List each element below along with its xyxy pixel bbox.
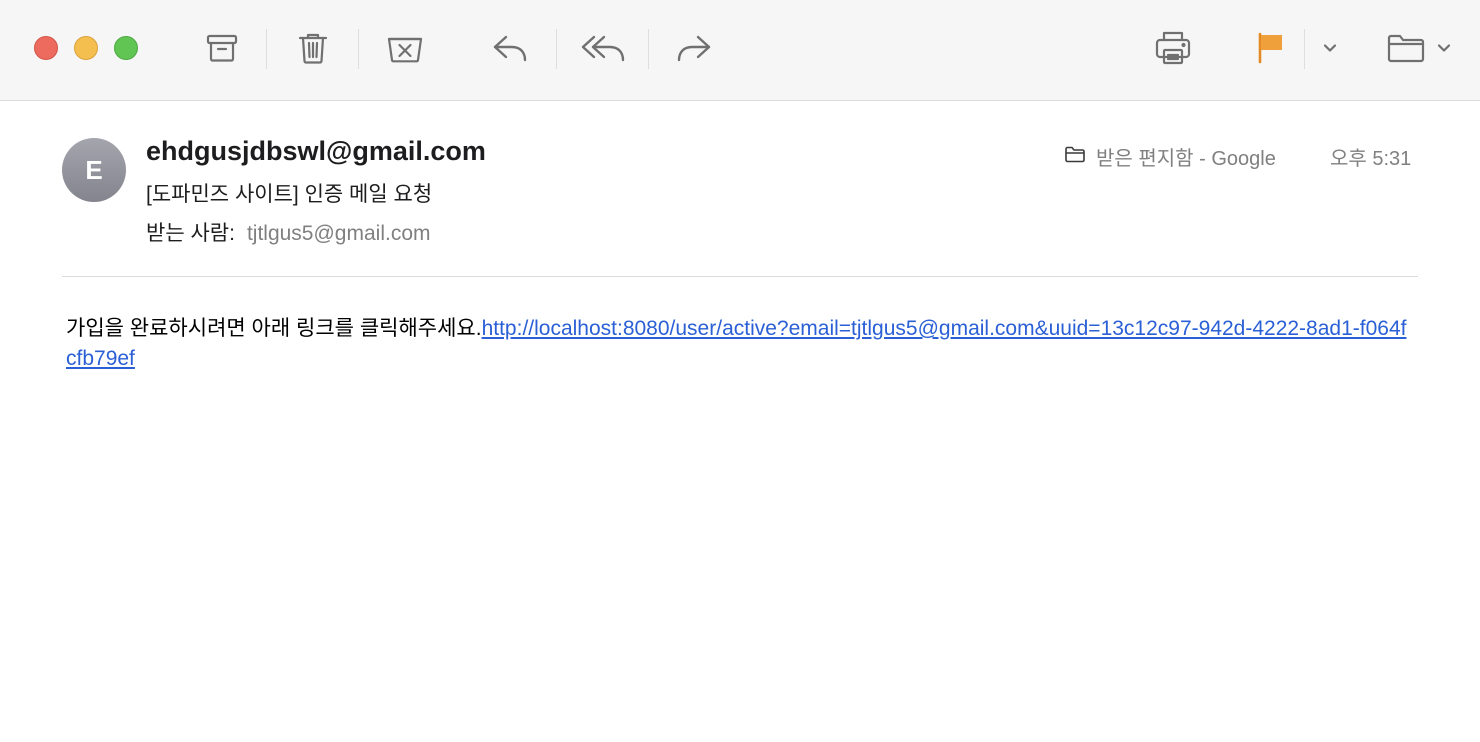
move-to-folder-button[interactable]: [1384, 26, 1428, 70]
reply-all-icon: [580, 30, 628, 66]
toolbar-separator: [648, 29, 649, 69]
zoom-window-button[interactable]: [114, 36, 138, 60]
delete-button[interactable]: [291, 26, 335, 70]
recipient-row: 받는 사람: tjtlgus5@gmail.com: [146, 217, 431, 247]
print-icon: [1153, 29, 1193, 67]
toolbar-separator: [1304, 29, 1305, 69]
avatar-initial: E: [85, 154, 103, 185]
reply-icon: [490, 30, 530, 66]
reply-button[interactable]: [488, 26, 532, 70]
folder-icon: [1064, 144, 1096, 170]
close-window-button[interactable]: [34, 36, 58, 60]
toolbar: [0, 0, 1480, 101]
forward-button[interactable]: [672, 26, 716, 70]
message-time: 오후 5:31: [1330, 148, 1412, 170]
chevron-down-icon: [1436, 40, 1452, 56]
archive-button[interactable]: [200, 26, 244, 70]
recipient-address[interactable]: tjtlgus5@gmail.com: [247, 222, 431, 245]
forward-icon: [674, 30, 714, 66]
flag-icon: [1252, 30, 1288, 66]
mailbox-label: 받은 편지함 - Google: [1064, 142, 1276, 171]
sender-address[interactable]: ehdgusjdbswl@gmail.com: [146, 136, 486, 167]
avatar: E: [62, 138, 126, 202]
reply-all-button[interactable]: [578, 26, 630, 70]
folder-icon: [1386, 30, 1426, 66]
body-text: 가입을 완료하시려면 아래 링크를 클릭해주세요.: [66, 317, 482, 340]
archive-icon: [204, 30, 240, 66]
header-divider: [62, 276, 1418, 277]
print-button[interactable]: [1151, 26, 1195, 70]
flag-button[interactable]: [1248, 26, 1292, 70]
chevron-down-icon: [1322, 40, 1338, 56]
folder-menu-button[interactable]: [1430, 26, 1458, 70]
trash-icon: [295, 30, 331, 66]
junk-button[interactable]: [383, 26, 427, 70]
mailbox-name: 받은 편지함 - Google: [1096, 148, 1276, 170]
minimize-window-button[interactable]: [74, 36, 98, 60]
recipient-label: 받는 사람:: [146, 222, 235, 245]
toolbar-separator: [358, 29, 359, 69]
flag-menu-button[interactable]: [1316, 26, 1344, 70]
message-subject: [도파민즈 사이트] 인증 메일 요청: [146, 183, 433, 206]
toolbar-separator: [556, 29, 557, 69]
message-body: 가입을 완료하시려면 아래 링크를 클릭해주세요.http://localhos…: [66, 314, 1416, 374]
junk-icon: [385, 30, 425, 66]
toolbar-separator: [266, 29, 267, 69]
